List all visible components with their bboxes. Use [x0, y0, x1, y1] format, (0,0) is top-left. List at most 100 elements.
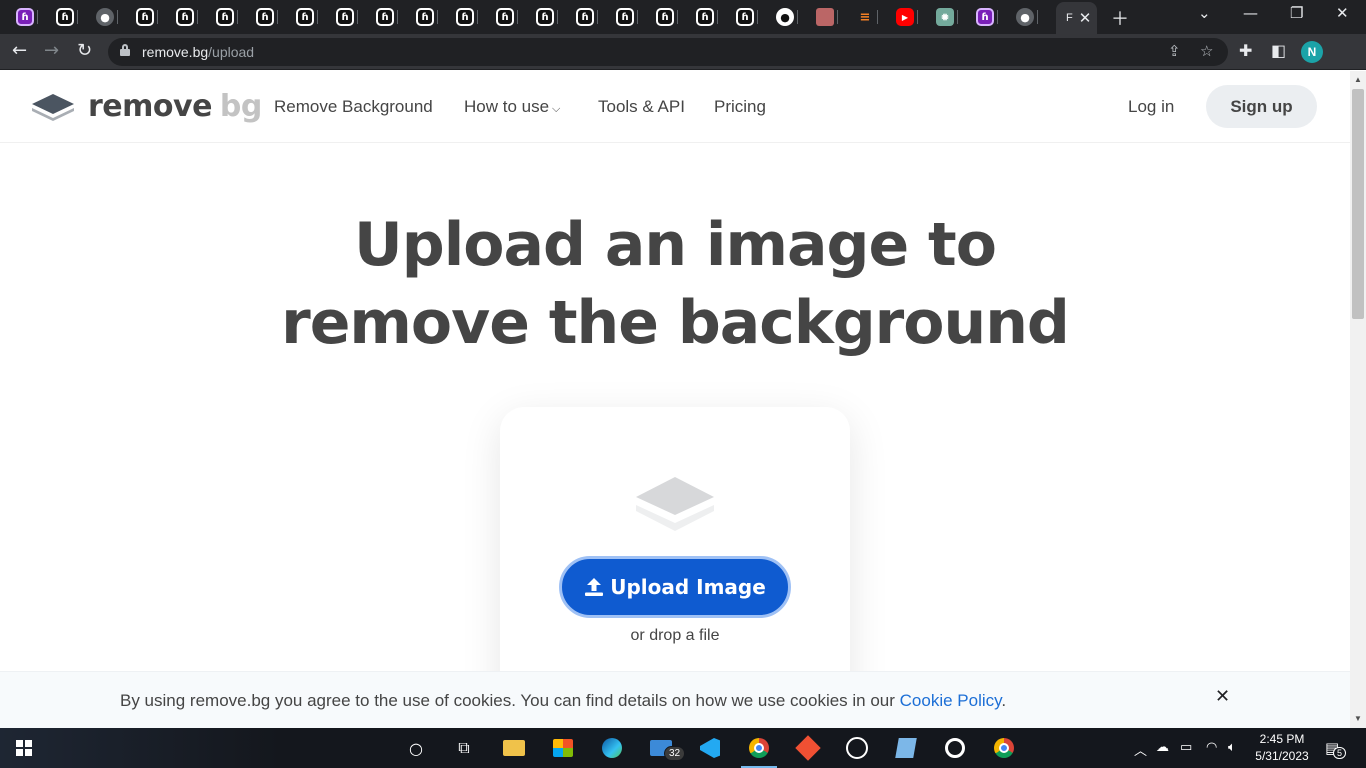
battery-icon[interactable]: ▭ — [1180, 740, 1192, 755]
taskbar-clock[interactable]: 2:45 PM 5/31/2023 — [1252, 731, 1312, 765]
page-title-line-2: remove the background — [281, 288, 1070, 358]
browser-tab[interactable]: ɦ — [456, 4, 478, 30]
browser-tab[interactable]: ɦ — [16, 4, 38, 30]
nav-pricing[interactable]: Pricing — [714, 97, 766, 117]
nav-tools-api[interactable]: Tools & API — [598, 97, 685, 117]
browser-tab[interactable]: ɦ — [656, 4, 678, 30]
cookie-banner: By using remove.bg you agree to the use … — [0, 671, 1350, 728]
browser-tab[interactable]: ɦ — [616, 4, 638, 30]
restore-icon[interactable]: ❐ — [1290, 4, 1303, 22]
microsoft-store-icon[interactable] — [550, 736, 576, 760]
active-tab[interactable]: F ✕ — [1056, 2, 1098, 34]
bookmark-star-icon[interactable]: ☆ — [1200, 42, 1213, 60]
hotjar-icon: ɦ — [616, 8, 634, 26]
nav-how-to-use-label: How to use — [464, 97, 550, 116]
scrollbar[interactable]: ▲ ▼ — [1350, 71, 1366, 728]
whatsapp-icon[interactable] — [844, 736, 870, 760]
cookie-policy-link[interactable]: Cookie Policy — [900, 691, 1002, 710]
browser-tab[interactable]: ɦ — [296, 4, 318, 30]
scroll-up-icon[interactable]: ▲ — [1354, 75, 1362, 84]
login-link[interactable]: Log in — [1128, 97, 1174, 117]
chrome-icon[interactable] — [741, 736, 777, 768]
hotjar-icon: ɦ — [296, 8, 314, 26]
chrome-profile-icon[interactable] — [991, 736, 1017, 760]
notes-icon[interactable] — [893, 736, 919, 760]
scroll-down-icon[interactable]: ▼ — [1354, 714, 1362, 723]
hotjar-icon: ɦ — [536, 8, 554, 26]
volume-icon[interactable]: 🔈︎ — [1228, 740, 1236, 755]
browser-tab[interactable]: ● — [96, 4, 118, 30]
active-tab-title: F — [1066, 12, 1073, 24]
side-panel-icon[interactable]: ◧ — [1271, 41, 1286, 60]
reload-icon[interactable]: ↻ — [77, 40, 92, 61]
browser-tab[interactable]: ✹ — [936, 4, 958, 30]
back-icon[interactable]: ← — [12, 40, 27, 61]
new-tab-icon[interactable]: ＋ — [1111, 5, 1129, 31]
nav-how-to-use[interactable]: How to use ⌵ — [464, 97, 560, 117]
task-view-icon[interactable]: ⧉ — [451, 736, 477, 760]
browser-tab[interactable]: ɦ — [416, 4, 438, 30]
chatgpt-icon: ✹ — [936, 8, 954, 26]
windows-start-icon[interactable] — [16, 740, 32, 756]
browser-tab[interactable]: ≡ — [856, 4, 878, 30]
hotjar-icon: ɦ — [136, 8, 154, 26]
hotjar-icon: ɦ — [576, 8, 594, 26]
minimize-icon[interactable]: — — [1243, 4, 1258, 22]
lock-icon[interactable] — [120, 44, 130, 56]
scrollbar-thumb[interactable] — [1352, 89, 1364, 319]
file-explorer-icon[interactable] — [501, 736, 527, 760]
browser-tab[interactable]: ɦ — [496, 4, 518, 30]
browser-tab[interactable]: ɦ — [336, 4, 358, 30]
browser-tab[interactable]: ɦ — [696, 4, 718, 30]
site-header: remove bg Remove Background How to use ⌵ T… — [0, 71, 1350, 143]
browser-tab[interactable]: ɦ — [256, 4, 278, 30]
nav-remove-background[interactable]: Remove Background — [274, 97, 433, 117]
git-icon[interactable] — [795, 735, 821, 761]
vscode-icon[interactable] — [697, 736, 723, 760]
close-icon[interactable]: ✕ — [1215, 686, 1230, 707]
browser-tab[interactable]: ● — [776, 4, 798, 30]
profile-avatar[interactable]: N — [1301, 41, 1323, 63]
mail-badge: 32 — [664, 746, 686, 761]
forward-icon[interactable]: → — [44, 40, 59, 61]
browser-tab[interactable]: ɦ — [56, 4, 78, 30]
notification-count: 5 — [1333, 747, 1347, 759]
browser-tab[interactable] — [816, 4, 838, 30]
app-ring-icon[interactable] — [942, 736, 968, 760]
cookie-text: By using remove.bg you agree to the use … — [120, 691, 1007, 710]
browser-tab[interactable]: ɦ — [736, 4, 758, 30]
tray-overflow-icon[interactable]: ︿ — [1134, 740, 1147, 759]
extensions-icon[interactable]: ✚ — [1239, 41, 1252, 60]
close-tab-icon[interactable]: ✕ — [1079, 9, 1092, 27]
browser-toolbar: ← → ↻ remove.bg/upload ⇪ ☆ ✚ ◧ N — [0, 34, 1366, 70]
browser-tab[interactable]: ɦ — [376, 4, 398, 30]
tab-search-icon[interactable]: ⌄ — [1198, 4, 1211, 22]
hotjar-icon: ɦ — [216, 8, 234, 26]
page-title-line-1: Upload an image to — [354, 210, 997, 280]
browser-tab[interactable]: ɦ — [576, 4, 598, 30]
logo-text: remove bg — [88, 89, 262, 124]
youtube-icon: ▶ — [896, 8, 914, 26]
upload-image-button[interactable]: Upload Image — [559, 556, 791, 618]
browser-tab[interactable]: ɦ — [136, 4, 158, 30]
address-bar[interactable]: remove.bg/upload ⇪ ☆ — [108, 38, 1228, 66]
close-window-icon[interactable]: ✕ — [1336, 4, 1349, 22]
clock-time: 2:45 PM — [1259, 732, 1305, 746]
share-icon[interactable]: ⇪ — [1168, 42, 1181, 60]
edge-icon[interactable] — [599, 736, 625, 760]
browser-tab[interactable]: ▶ — [896, 4, 918, 30]
browser-tab[interactable]: ɦ — [216, 4, 238, 30]
onedrive-icon[interactable]: ☁ — [1156, 740, 1169, 755]
removebg-logo[interactable]: remove bg — [30, 89, 262, 124]
browser-tab[interactable]: ɦ — [976, 4, 998, 30]
browser-tab[interactable]: ɦ — [176, 4, 198, 30]
wifi-icon[interactable]: ◠ — [1206, 740, 1217, 755]
browser-tab[interactable]: ● — [1016, 4, 1038, 30]
hotjar-icon: ɦ — [496, 8, 514, 26]
browser-tab[interactable]: ɦ — [536, 4, 558, 30]
github-icon: ● — [776, 8, 794, 26]
cortana-icon[interactable]: ○ — [403, 736, 429, 760]
signup-button[interactable]: Sign up — [1206, 85, 1317, 128]
hotjar-icon: ɦ — [456, 8, 474, 26]
hotjar-icon: ɦ — [16, 8, 34, 26]
